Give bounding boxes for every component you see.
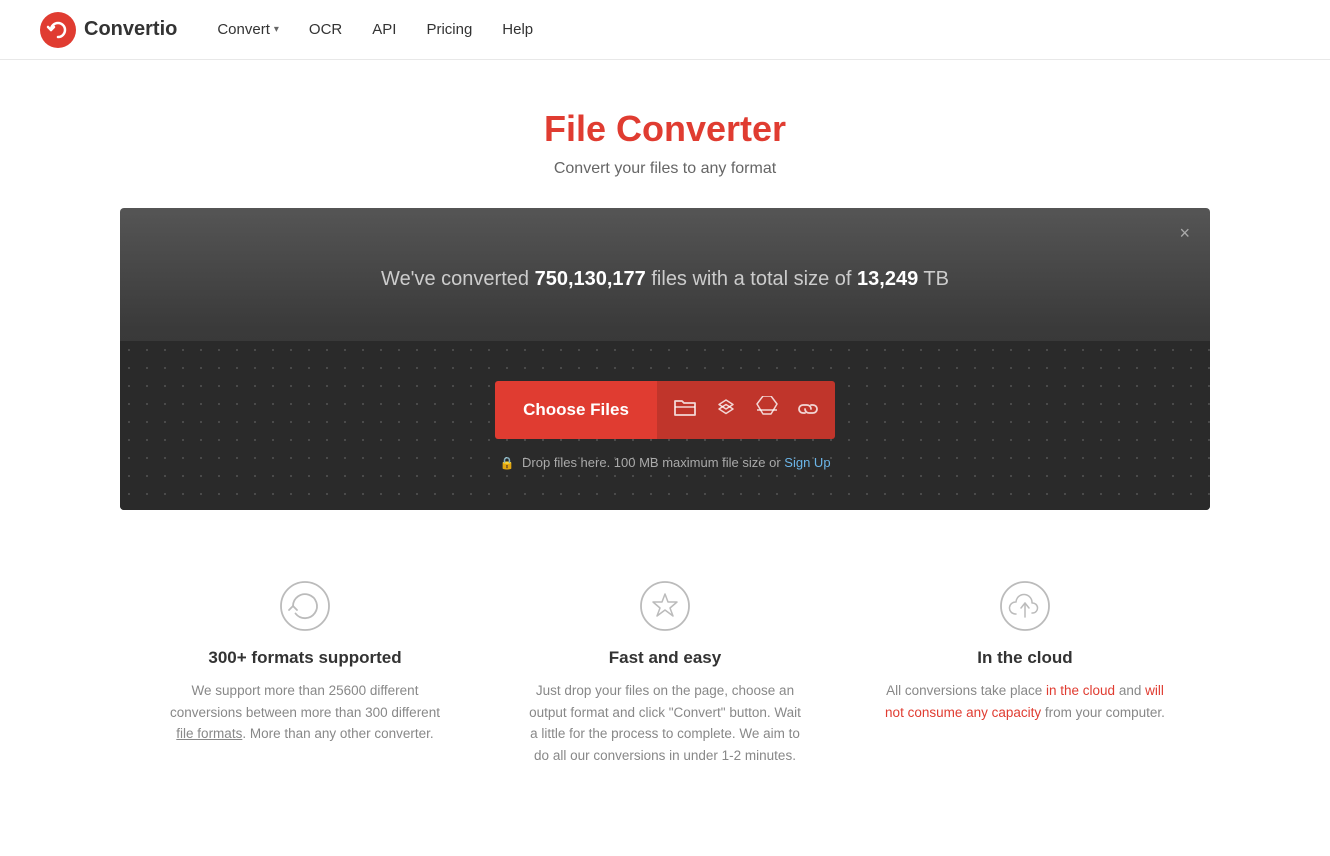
- logo[interactable]: Convertio: [40, 12, 177, 48]
- close-button[interactable]: ×: [1179, 224, 1190, 242]
- signup-link[interactable]: Sign Up: [784, 455, 830, 470]
- features-section: 300+ formats supported We support more t…: [115, 510, 1215, 826]
- google-drive-icon[interactable]: [755, 396, 779, 424]
- folder-icon[interactable]: [673, 397, 697, 423]
- header: Convertio Convert ▾ OCR API Pricing Help: [0, 0, 1330, 60]
- chevron-down-icon: ▾: [274, 24, 279, 35]
- feature-cloud: In the cloud All conversions take place …: [885, 580, 1165, 766]
- stats-text: We've converted 750,130,177 files with a…: [140, 268, 1190, 291]
- converter-box: × We've converted 750,130,177 files with…: [120, 208, 1210, 510]
- upload-source-icons: [657, 381, 835, 439]
- choose-files-button[interactable]: Choose Files: [495, 381, 657, 439]
- nav-item-ocr[interactable]: OCR: [309, 21, 342, 38]
- feature-formats-title: 300+ formats supported: [165, 648, 445, 668]
- feature-fast-desc: Just drop your files on the page, choose…: [525, 680, 805, 766]
- nav-item-convert[interactable]: Convert ▾: [217, 21, 279, 38]
- cloud-upload-icon: [999, 580, 1051, 632]
- main-nav: Convert ▾ OCR API Pricing Help: [217, 21, 533, 38]
- refresh-icon: [279, 580, 331, 632]
- logo-text: Convertio: [84, 18, 177, 41]
- feature-fast: Fast and easy Just drop your files on th…: [525, 580, 805, 766]
- lock-icon: 🔒: [499, 456, 514, 470]
- url-link-icon[interactable]: [797, 399, 819, 422]
- feature-cloud-desc: All conversions take place in the cloud …: [885, 680, 1165, 723]
- file-formats-link[interactable]: file formats: [176, 726, 242, 741]
- nav-item-api[interactable]: API: [372, 21, 396, 38]
- star-icon: [639, 580, 691, 632]
- nav-item-help[interactable]: Help: [502, 21, 533, 38]
- hero-subtitle: Convert your files to any format: [20, 160, 1310, 178]
- feature-formats-desc: We support more than 25600 different con…: [165, 680, 445, 745]
- page-title: File Converter: [20, 108, 1310, 150]
- drop-hint: 🔒 Drop files here. 100 MB maximum file s…: [140, 455, 1190, 470]
- dropbox-icon[interactable]: [715, 396, 737, 424]
- feature-formats: 300+ formats supported We support more t…: [165, 580, 445, 766]
- nav-item-pricing[interactable]: Pricing: [426, 21, 472, 38]
- feature-cloud-title: In the cloud: [885, 648, 1165, 668]
- upload-row: Choose Files: [140, 381, 1190, 439]
- feature-fast-title: Fast and easy: [525, 648, 805, 668]
- stats-count: 750,130,177: [535, 268, 646, 290]
- hero-section: File Converter Convert your files to any…: [0, 60, 1330, 208]
- stats-size: 13,249: [857, 268, 918, 290]
- logo-icon: [40, 12, 76, 48]
- upload-area: Choose Files: [120, 341, 1210, 510]
